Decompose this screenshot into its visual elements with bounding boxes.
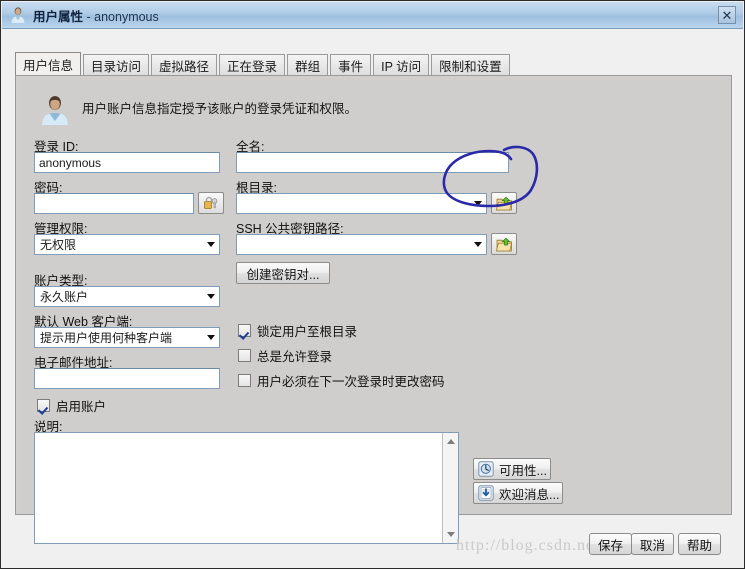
always-allow-login-checkbox[interactable] [238,349,251,362]
lock-user-to-root-checkbox[interactable] [238,324,251,337]
admin-privilege-select[interactable]: 无权限 [34,234,220,255]
admin-privilege-value: 无权限 [40,238,77,252]
must-change-password-label: 用户必须在下一次登录时更改密码 [257,375,445,389]
ssh-public-key-input[interactable] [236,234,487,255]
tab-label: 群组 [295,60,321,74]
full-name-field[interactable] [236,152,509,173]
enable-account-label: 启用账户 [56,400,107,414]
ssh-key-browse-button[interactable] [491,233,517,255]
tab-label: 虚拟路径 [159,60,210,74]
save-button[interactable]: 保存 [589,533,633,555]
tab-label: 用户信息 [23,59,74,73]
close-icon[interactable]: ✕ [718,6,736,24]
window-title-main: 用户属性 [33,9,84,24]
tab-label: 事件 [338,60,364,74]
tab-logging-in[interactable]: 正在登录 [219,54,286,75]
chevron-down-icon [202,235,219,254]
chevron-down-icon [469,194,486,213]
tab-ip-access[interactable]: IP 访问 [373,54,430,75]
root-directory-input[interactable] [236,193,487,214]
account-type-value: 永久账户 [40,290,89,304]
welcome-message-label: 欢迎消息... [499,487,560,502]
create-keypair-button[interactable]: 创建密钥对... [236,262,330,284]
tab-label: 正在登录 [227,60,278,74]
tab-groups[interactable]: 群组 [287,54,329,75]
tab-panel-inner: 用户账户信息指定授予该账户的登录凭证和权限。 登录 ID: anonymous … [20,80,729,544]
root-directory-browse-button[interactable] [491,192,517,214]
must-change-password-checkbox[interactable] [238,374,251,387]
panel-description: 用户账户信息指定授予该账户的登录凭证和权限。 [82,102,358,116]
user-properties-dialog: 用户属性 - anonymous ✕ 用户信息 目录访问 虚拟路径 正在登录 群… [0,0,745,569]
tab-label: 限制和设置 [439,60,502,74]
availability-label: 可用性... [499,463,547,478]
chevron-down-icon [202,328,219,347]
window-title-suffix: - anonymous [86,9,159,24]
availability-clock-icon [478,461,494,477]
tab-label: 目录访问 [91,60,142,74]
panel-header: 用户账户信息指定授予该账户的登录凭证和权限。 [40,94,357,126]
help-button[interactable]: 帮助 [678,533,722,555]
scroll-up-icon[interactable] [443,434,458,449]
lock-user-to-root-row[interactable]: 锁定用户至根目录 [238,321,357,340]
welcome-message-button[interactable]: 欢迎消息... [473,482,563,504]
window-title: 用户属性 - anonymous [33,6,159,25]
email-field[interactable] [34,368,220,389]
lock-key-icon[interactable] [198,192,224,214]
availability-button[interactable]: 可用性... [473,458,551,480]
description-scrollbar[interactable] [442,433,458,543]
enable-account-checkbox[interactable] [37,399,50,412]
tab-panel: 用户账户信息指定授予该账户的登录凭证和权限。 登录 ID: anonymous … [15,75,732,544]
cancel-button[interactable]: 取消 [631,533,675,555]
tab-bar: 用户信息 目录访问 虚拟路径 正在登录 群组 事件 IP 访问 限制和设置 [15,52,512,75]
chevron-down-icon [469,235,486,254]
lock-user-to-root-label: 锁定用户至根目录 [257,325,358,339]
tab-user-info[interactable]: 用户信息 [15,52,82,75]
tab-events[interactable]: 事件 [330,54,372,75]
enable-account-row[interactable]: 启用账户 [37,396,106,415]
must-change-password-row[interactable]: 用户必须在下一次登录时更改密码 [238,371,445,390]
tab-limits-settings[interactable]: 限制和设置 [431,54,510,75]
user-avatar-icon [40,94,70,126]
account-type-select[interactable]: 永久账户 [34,286,220,307]
chevron-down-icon [202,287,219,306]
default-web-client-select[interactable]: 提示用户使用何种客户端 [34,327,220,348]
title-bar: 用户属性 - anonymous ✕ [2,2,743,29]
default-web-client-value: 提示用户使用何种客户端 [40,331,173,345]
tab-label: IP 访问 [381,60,422,74]
user-icon [9,6,27,24]
password-input[interactable] [34,193,194,214]
always-allow-login-label: 总是允许登录 [257,350,333,364]
tab-directory-access[interactable]: 目录访问 [83,54,150,75]
description-textarea[interactable] [34,432,459,544]
welcome-message-icon [478,485,494,501]
tab-virtual-path[interactable]: 虚拟路径 [151,54,218,75]
login-id-input[interactable]: anonymous [34,152,220,173]
always-allow-login-row[interactable]: 总是允许登录 [238,346,332,365]
